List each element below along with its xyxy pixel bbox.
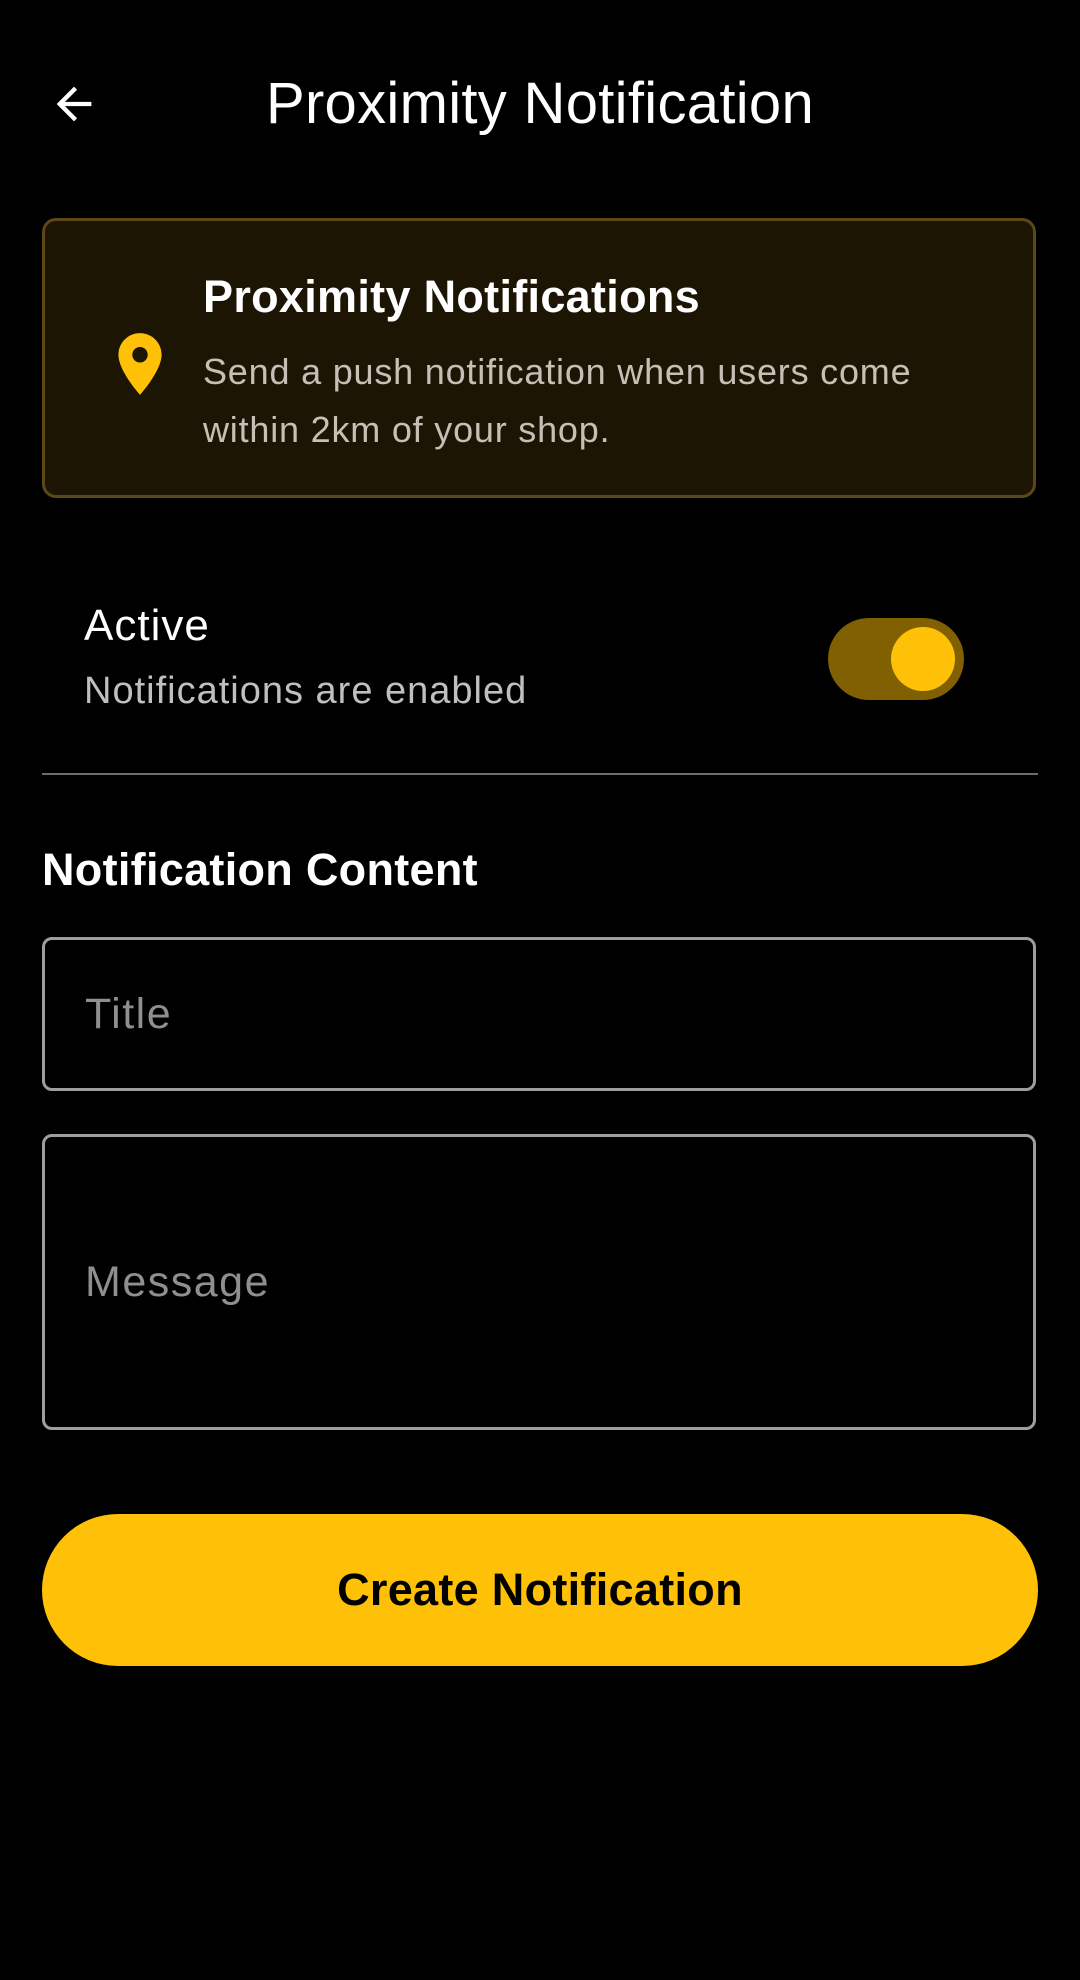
info-card-description: Send a push notification when users come… — [203, 351, 912, 450]
info-card-title: Proximity Notifications — [203, 271, 700, 322]
create-notification-button[interactable]: Create Notification — [42, 1514, 1038, 1666]
message-input[interactable] — [42, 1134, 1036, 1430]
active-status-text: Notifications are enabled — [84, 670, 528, 712]
location-pin-icon — [103, 327, 177, 401]
info-card: Proximity Notifications Send a push noti… — [42, 218, 1036, 498]
title-input[interactable] — [42, 937, 1036, 1091]
active-setting-row: Active Notifications are enabled — [42, 582, 1036, 732]
app-bar: Proximity Notification — [0, 0, 1080, 206]
divider — [42, 773, 1038, 775]
toggle-knob — [891, 627, 955, 691]
active-toggle-switch[interactable] — [828, 618, 964, 700]
active-label: Active — [84, 601, 210, 650]
page-title: Proximity Notification — [265, 71, 815, 136]
section-title-notification-content: Notification Content — [42, 844, 478, 895]
